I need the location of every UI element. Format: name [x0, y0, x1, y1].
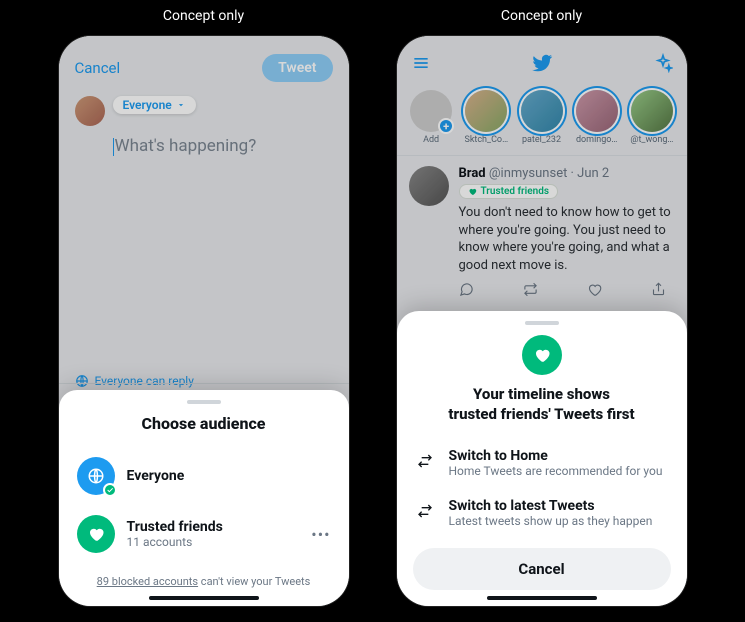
cancel-button[interactable]: Cancel: [413, 548, 671, 590]
home-indicator: [487, 596, 597, 600]
option-title: Everyone: [127, 468, 331, 484]
option-subtitle: 11 accounts: [127, 535, 300, 549]
check-icon: [103, 483, 117, 497]
audience-option-everyone[interactable]: Everyone: [59, 447, 349, 505]
option-subtitle: Latest tweets show up as they happen: [449, 514, 653, 528]
sheet-footer: 89 blocked accounts can't view your Twee…: [59, 575, 349, 588]
switch-to-home-option[interactable]: Switch to Home Home Tweets are recommend…: [397, 438, 687, 488]
sheet-title: Your timeline showstrusted friends' Twee…: [397, 385, 687, 424]
heart-icon: [77, 515, 115, 553]
heart-badge-icon: [522, 335, 562, 375]
swap-icon: [417, 453, 435, 473]
option-title: Switch to Home: [449, 448, 663, 464]
blocked-accounts-link[interactable]: 89 blocked accounts: [97, 575, 198, 588]
phone-compose: Cancel Tweet Everyone What's happening? …: [59, 36, 349, 606]
choose-audience-sheet: Choose audience Everyone Trusted friends…: [59, 390, 349, 606]
caption-left: Concept only: [163, 8, 244, 24]
caption-right: Concept only: [501, 8, 582, 24]
more-icon[interactable]: •••: [311, 525, 330, 544]
globe-icon: [77, 457, 115, 495]
home-indicator: [149, 596, 259, 600]
audience-option-trusted[interactable]: Trusted friends 11 accounts •••: [59, 505, 349, 563]
option-title: Switch to latest Tweets: [449, 498, 653, 514]
switch-to-latest-option[interactable]: Switch to latest Tweets Latest tweets sh…: [397, 488, 687, 538]
option-title: Trusted friends: [127, 519, 300, 535]
phone-timeline: + Add Sktch_Co… patel_232 domingo… @t_wo…: [397, 36, 687, 606]
sheet-handle[interactable]: [525, 321, 559, 325]
timeline-sheet: Your timeline showstrusted friends' Twee…: [397, 311, 687, 606]
sheet-title: Choose audience: [59, 414, 349, 433]
option-subtitle: Home Tweets are recommended for you: [449, 464, 663, 478]
sheet-handle[interactable]: [187, 400, 221, 404]
swap-icon: [417, 503, 435, 523]
